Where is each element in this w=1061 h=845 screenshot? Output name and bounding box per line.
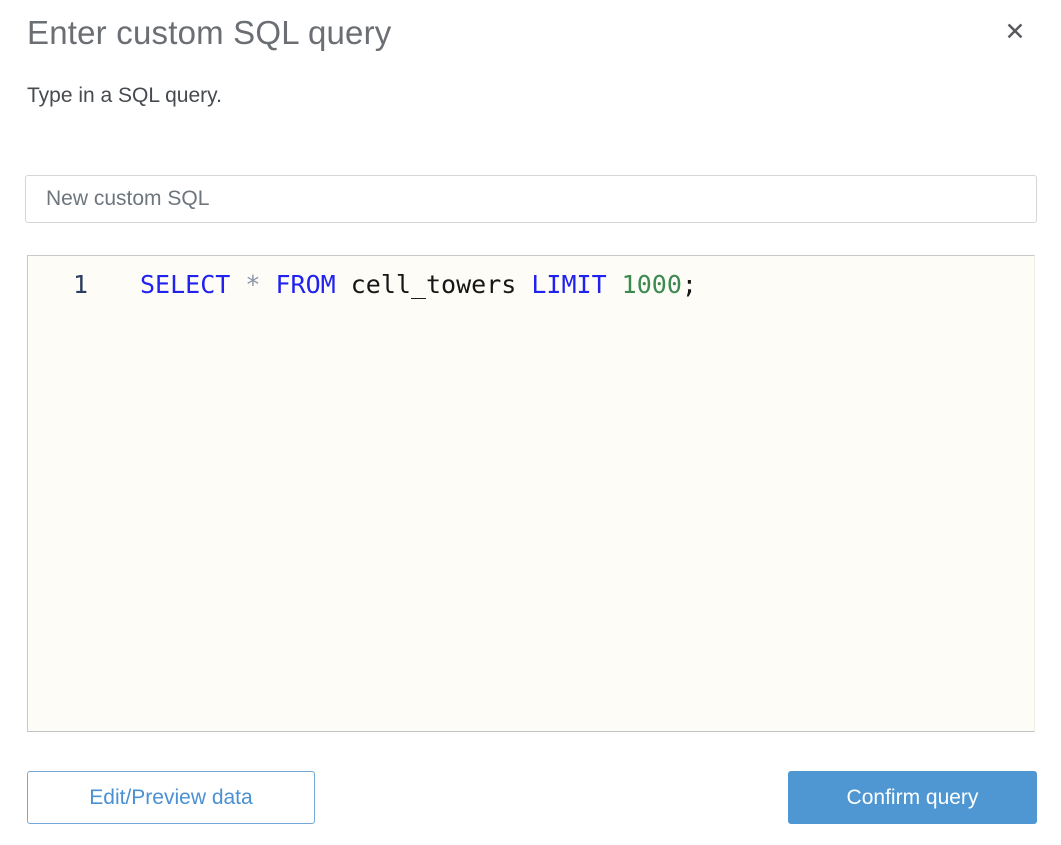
edit-preview-data-button[interactable]: Edit/Preview data [27, 771, 315, 824]
sql-editor[interactable]: 1 SELECT * FROM cell_towers LIMIT 1000; [27, 255, 1035, 732]
sql-token-number: 1000 [621, 270, 682, 299]
page-title: Enter custom SQL query [27, 14, 392, 51]
sql-token-keyword-from: FROM [275, 270, 351, 299]
sql-token-operator-star: * [245, 270, 276, 299]
custom-sql-dialog: Enter custom SQL query ✕ Type in a SQL q… [0, 0, 1061, 845]
line-number: 1 [72, 270, 88, 299]
sql-token-identifier-table: cell_towers [350, 270, 532, 299]
sql-token-semicolon: ; [681, 270, 697, 299]
sql-code: SELECT * FROM cell_towers LIMIT 1000; [140, 269, 697, 301]
confirm-query-button[interactable]: Confirm query [788, 771, 1037, 824]
close-icon: ✕ [1004, 18, 1026, 46]
close-button[interactable]: ✕ [997, 14, 1033, 50]
sql-token-keyword-limit: LIMIT [531, 270, 622, 299]
query-name-input[interactable] [25, 175, 1037, 223]
sql-token-keyword-select: SELECT [140, 270, 246, 299]
code-line: 1 SELECT * FROM cell_towers LIMIT 1000; [28, 269, 1034, 301]
dialog-subtitle: Type in a SQL query. [27, 84, 222, 107]
